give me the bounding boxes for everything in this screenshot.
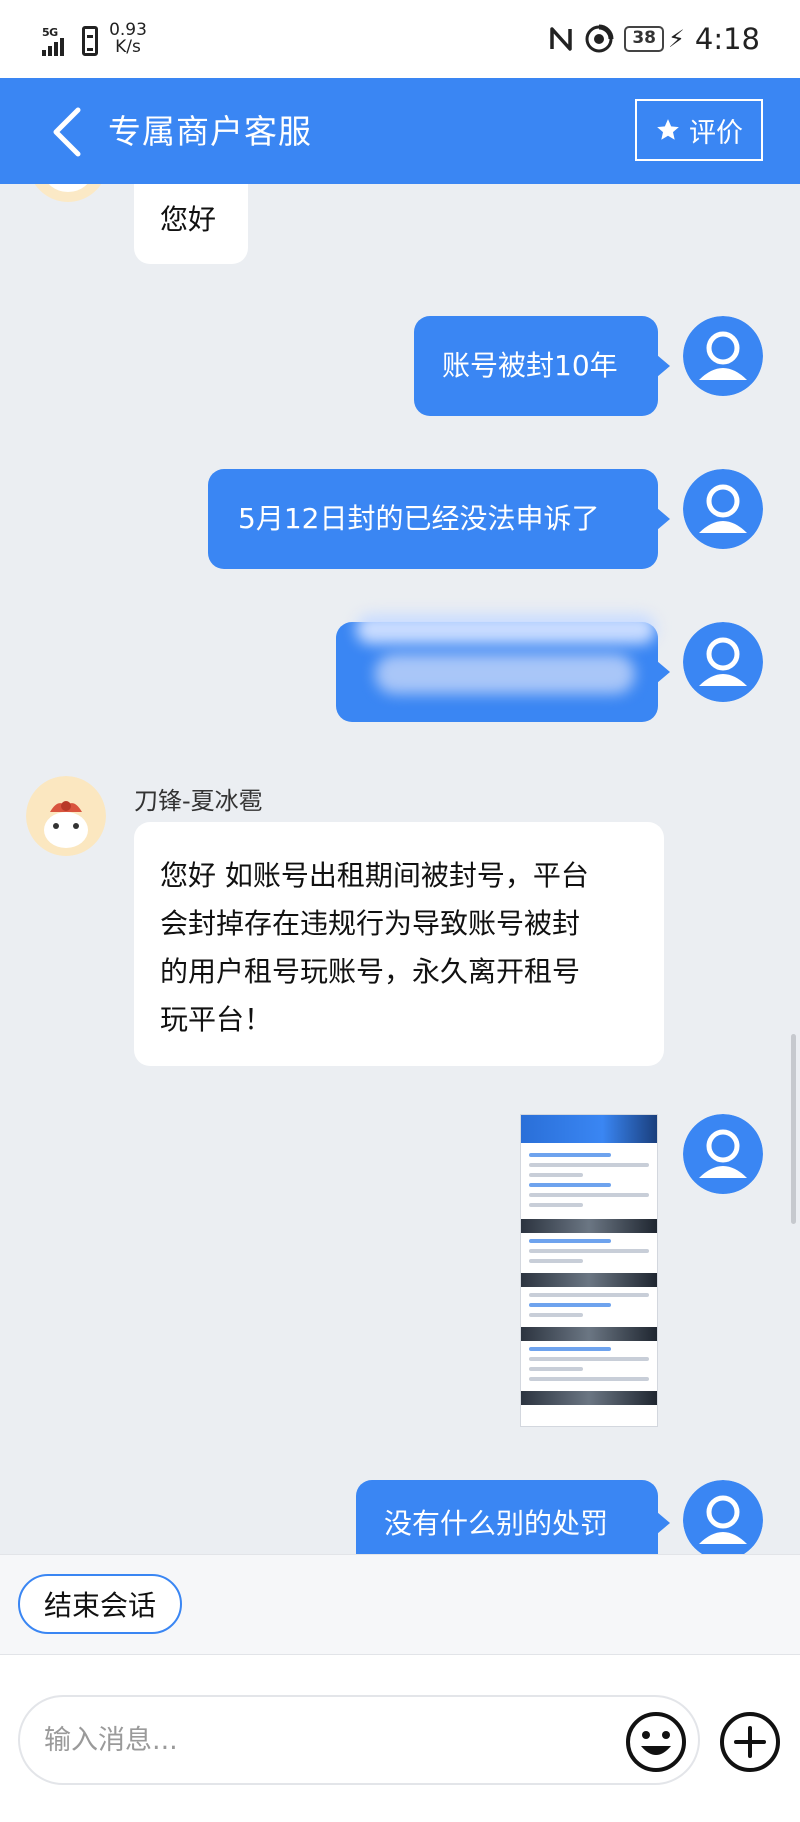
message-bubble-agent[interactable]: 您好 如账号出租期间被封号，平台 会封掉存在违规行为导致账号被封 的用户租号玩账… (134, 822, 664, 1066)
image-message-thumbnail[interactable] (520, 1114, 658, 1427)
message-bubble-user[interactable]: 没有什么别的处罚 (356, 1480, 670, 1554)
message-bubble-user[interactable]: 账号被封10年 (414, 316, 670, 416)
scrollbar[interactable] (791, 1034, 796, 1224)
message-text-line: 的用户租号玩账号，永久离开租号 (160, 955, 581, 988)
charging-icon: ⚡︎ (668, 25, 685, 53)
nav-bar: 专属商户客服 评价 (0, 78, 800, 184)
agent-avatar[interactable] (28, 184, 108, 202)
message-bubble-user[interactable]: 5月12日封的已经没法申诉了 (208, 469, 670, 569)
redaction-blur (375, 654, 635, 694)
message-text-line: 玩平台！ (160, 1003, 273, 1036)
back-arrow-icon[interactable] (48, 106, 88, 158)
network-speed: 0.93 K/s (106, 22, 150, 56)
chat-area[interactable]: 您好 账号被封10年 5月12日封的已经没法申诉了 刀锋-夏冰雹 您好 如账号出… (0, 184, 800, 1554)
star-icon (657, 119, 679, 140)
message-input[interactable] (18, 1695, 700, 1785)
rate-button[interactable]: 评价 (635, 99, 763, 161)
cellular-signal-icon: 5G (42, 26, 74, 56)
nfc-icon (550, 27, 573, 51)
clock: 4:18 (694, 22, 760, 56)
message-bubble-agent[interactable]: 您好 (134, 184, 248, 264)
user-avatar[interactable] (683, 622, 763, 702)
message-text: 账号被封10年 (442, 349, 618, 382)
message-text-line: 会封掉存在违规行为导致账号被封 (160, 907, 581, 940)
status-bar: 5G 0.93 K/s 38 ⚡︎ 4:18 (0, 0, 800, 78)
redaction-blur (356, 614, 656, 644)
input-bar (0, 1654, 800, 1822)
agent-avatar[interactable] (26, 776, 106, 856)
end-chat-button[interactable]: 结束会话 (18, 1574, 182, 1634)
emoji-icon[interactable] (624, 1710, 688, 1774)
rate-label: 评价 (689, 117, 743, 149)
message-text-line: 您好 如账号出租期间被封号，平台 (160, 859, 589, 892)
user-avatar[interactable] (683, 1114, 763, 1194)
user-avatar[interactable] (683, 469, 763, 549)
add-attachment-icon[interactable] (718, 1710, 782, 1774)
message-text: 5月12日封的已经没法申诉了 (238, 502, 600, 535)
status-right: 38 ⚡︎ 4:18 (548, 22, 760, 56)
sender-name: 刀锋-夏冰雹 (134, 787, 263, 815)
quick-reply-bar: 结束会话 (0, 1554, 800, 1654)
sim-card-icon (82, 26, 98, 56)
user-avatar[interactable] (683, 316, 763, 396)
page-title: 专属商户客服 (108, 112, 312, 151)
network-speed-unit: K/s (115, 37, 141, 57)
ring-mode-icon (585, 24, 614, 53)
status-left: 5G 0.93 K/s (42, 22, 150, 56)
message-text: 没有什么别的处罚 (384, 1507, 609, 1540)
battery-icon: 38 (624, 26, 665, 52)
message-text: 您好 (160, 203, 217, 236)
user-avatar[interactable] (683, 1480, 763, 1554)
